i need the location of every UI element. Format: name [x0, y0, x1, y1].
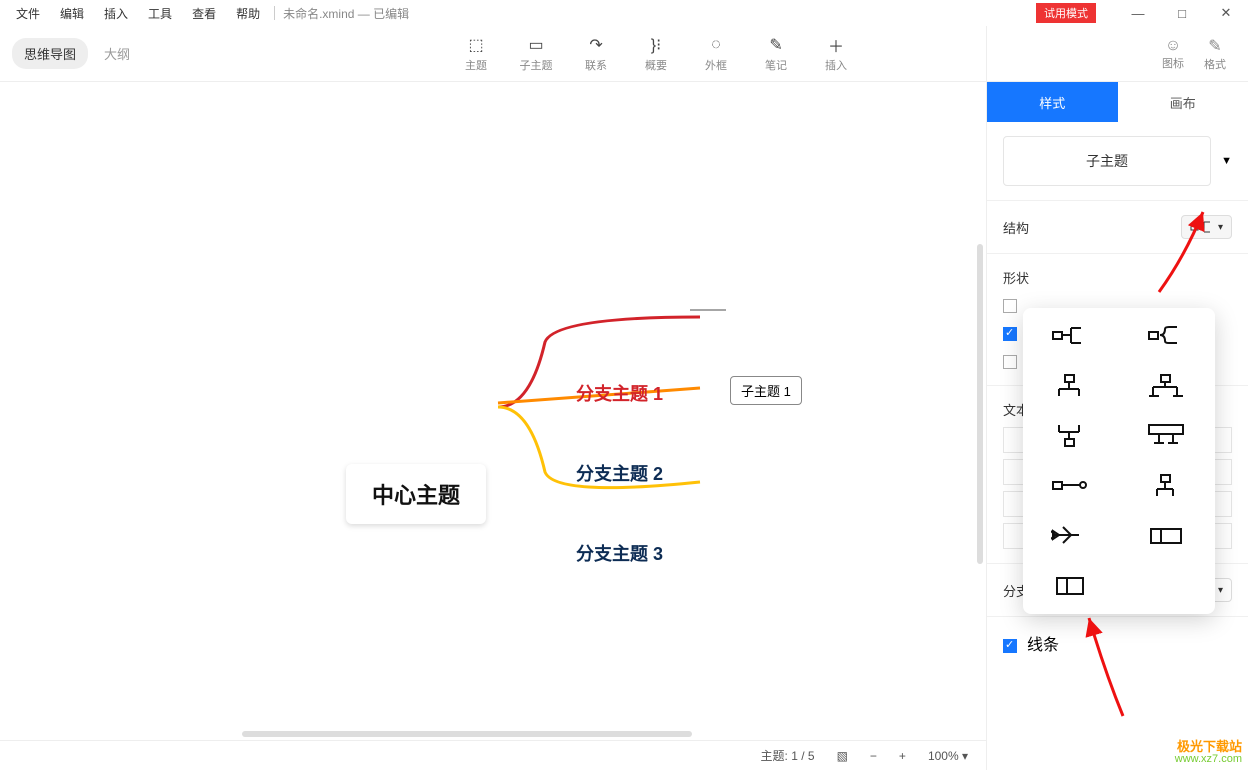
struct-opt-org-down[interactable]: [1043, 422, 1099, 450]
toolbar-boundary[interactable]: ◌外框: [688, 35, 744, 73]
struct-opt-logic-right[interactable]: [1043, 322, 1099, 350]
brush-icon: ✎: [1208, 36, 1221, 56]
window-close-icon[interactable]: ✕: [1204, 0, 1248, 26]
topic-type-section: 子主题 ▼: [987, 122, 1248, 201]
insert-icon: ＋: [828, 35, 844, 55]
struct-opt-matrix[interactable]: [1139, 522, 1195, 550]
zoom-in-button[interactable]: +: [895, 749, 910, 763]
vertical-scrollbar[interactable]: [976, 84, 984, 736]
zoom-level[interactable]: 100% ▾: [924, 749, 972, 763]
rtop-format[interactable]: ✎格式: [1204, 36, 1226, 72]
branch-lines: [0, 82, 986, 740]
rtop-icon[interactable]: ☺图标: [1162, 37, 1184, 71]
toolbar-subtopic[interactable]: ▭子主题: [508, 35, 564, 73]
trial-badge: 试用模式: [1036, 3, 1096, 23]
structure-popup: [1023, 308, 1215, 614]
struct-opt-fishbone[interactable]: [1043, 522, 1099, 550]
menu-edit[interactable]: 编辑: [50, 5, 94, 22]
boundary-icon: ◌: [711, 35, 721, 55]
right-tabs: 样式 画布: [987, 82, 1248, 122]
right-panel: ☺图标 ✎格式 样式 画布 子主题 ▼ 结构 ▾ 形状: [986, 26, 1248, 770]
menu-insert[interactable]: 插入: [94, 5, 138, 22]
right-body: 子主题 ▼ 结构 ▾ 形状: [987, 122, 1248, 770]
tab-style[interactable]: 样式: [987, 82, 1118, 122]
toolbar-relation[interactable]: ↷联系: [568, 35, 624, 73]
scrollbar-thumb[interactable]: [977, 244, 983, 564]
chevron-down-icon: ▾: [1218, 222, 1223, 233]
central-topic[interactable]: 中心主题: [346, 464, 486, 524]
struct-opt-timeline-v[interactable]: [1139, 472, 1195, 500]
notes-icon: ✎: [769, 35, 782, 55]
struct-opt-org-up[interactable]: [1139, 422, 1195, 450]
relation-icon: ↷: [589, 35, 602, 55]
struct-opt-logic-right-brace[interactable]: [1139, 322, 1195, 350]
chevron-down-icon: ▾: [1218, 585, 1223, 596]
struct-opt-tree-down-1[interactable]: [1043, 372, 1099, 400]
tab-outline[interactable]: 大纲: [92, 38, 142, 69]
watermark: 极光下载站 www.xz7.com: [1175, 740, 1242, 766]
right-top-tools: ☺图标 ✎格式: [987, 26, 1248, 82]
document-title: 未命名.xmind — 已编辑: [283, 5, 409, 22]
divider: [274, 6, 275, 20]
menu-file[interactable]: 文件: [6, 5, 50, 22]
menu-view[interactable]: 查看: [182, 5, 226, 22]
subtopic-1[interactable]: 子主题 1: [730, 376, 802, 405]
window-minimize-icon[interactable]: —: [1116, 0, 1160, 26]
topic-count: 主题: 1 / 5: [757, 747, 819, 764]
toolbar-insert[interactable]: ＋插入: [808, 35, 864, 73]
topic-icon: ⬚: [468, 35, 483, 55]
scrollbar-thumb[interactable]: [242, 731, 692, 737]
struct-opt-timeline-h[interactable]: [1043, 472, 1099, 500]
canvas[interactable]: 中心主题 分支主题 1 分支主题 2 分支主题 3 子主题 1: [0, 82, 986, 740]
horizontal-scrollbar[interactable]: [2, 730, 980, 738]
watermark-url: www.xz7.com: [1175, 753, 1242, 766]
statusbar: 主题: 1 / 5 ▧ − + 100% ▾: [0, 740, 986, 770]
subtopic-icon: ▭: [528, 35, 543, 55]
window-maximize-icon[interactable]: □: [1160, 0, 1204, 26]
summary-icon: }⁝: [651, 35, 661, 55]
menu-help[interactable]: 帮助: [226, 5, 270, 22]
structure-label: 结构: [1003, 218, 1029, 237]
annotation-arrow-1: [1155, 206, 1215, 301]
annotation-arrow-2: [1083, 612, 1133, 727]
zoom-out-button[interactable]: −: [866, 749, 881, 763]
tab-canvas[interactable]: 画布: [1118, 82, 1248, 122]
map-icon[interactable]: ▧: [833, 749, 852, 763]
struct-opt-spreadsheet[interactable]: [1043, 572, 1099, 600]
menu-tools[interactable]: 工具: [138, 5, 182, 22]
branch-topic-2[interactable]: 分支主题 2: [576, 460, 663, 486]
window-controls: 试用模式 — □ ✕: [1036, 0, 1248, 26]
topic-type-select[interactable]: 子主题: [1003, 136, 1211, 186]
branch-topic-1[interactable]: 分支主题 1: [576, 380, 663, 406]
shape-label: 形状: [1003, 268, 1029, 287]
chevron-down-icon[interactable]: ▼: [1221, 155, 1232, 167]
line-checkbox[interactable]: 线条: [1003, 637, 1059, 654]
watermark-logo: 极光下载站: [1175, 740, 1242, 753]
toolbar-topic[interactable]: ⬚主题: [448, 35, 504, 73]
view-tabs: 思维导图 大纲: [12, 38, 142, 69]
struct-opt-tree-down-2[interactable]: [1139, 372, 1195, 400]
toolbar-summary[interactable]: }⁝概要: [628, 35, 684, 73]
branch-topic-3[interactable]: 分支主题 3: [576, 540, 663, 566]
toolbar-notes[interactable]: ✎笔记: [748, 35, 804, 73]
smiley-icon: ☺: [1165, 37, 1181, 55]
tab-mindmap[interactable]: 思维导图: [12, 38, 88, 69]
